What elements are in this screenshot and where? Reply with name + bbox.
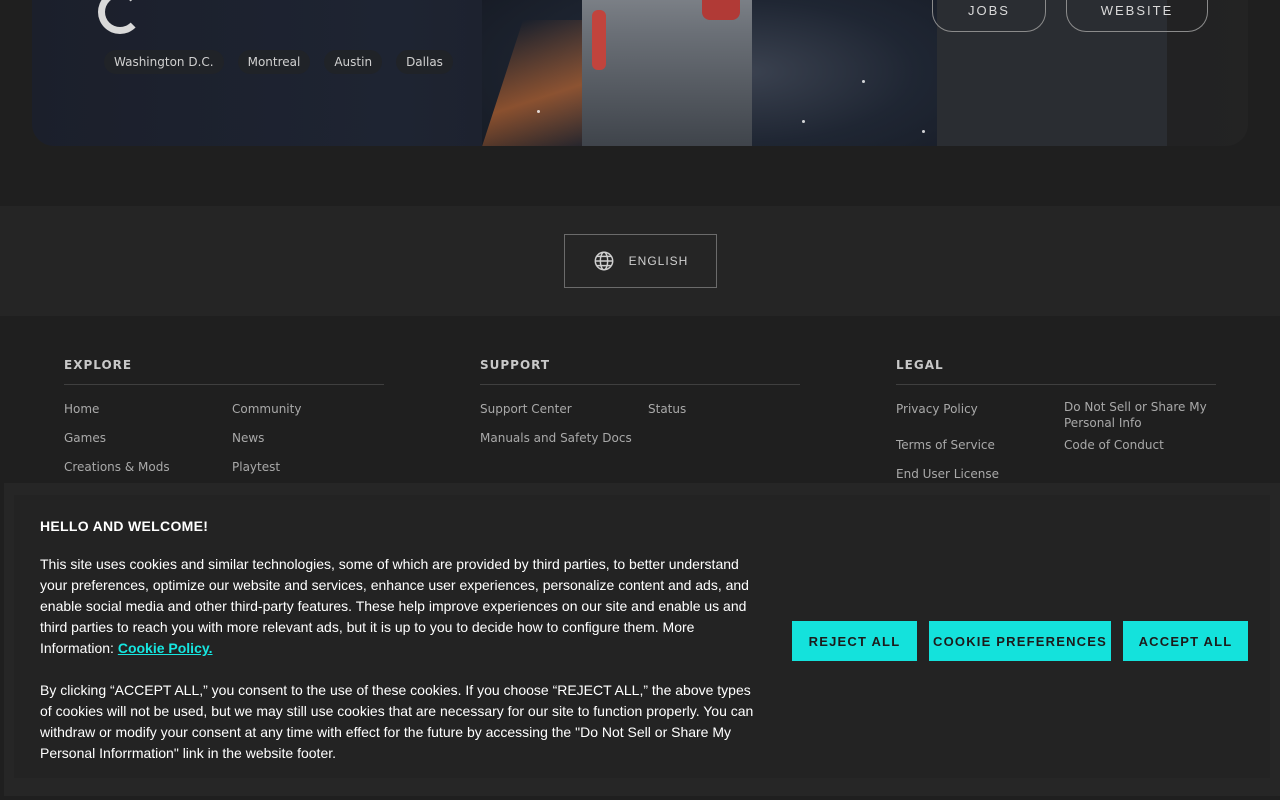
studio-logo-text: GAME STUDIOS bbox=[152, 0, 300, 30]
footer-explore: EXPLORE Home Community Games News Creati… bbox=[64, 358, 384, 482]
footer-support: SUPPORT Support Center Status Manuals an… bbox=[480, 358, 800, 453]
footer-support-title: SUPPORT bbox=[480, 358, 800, 385]
studio-hero-card: GAME STUDIOS Washington D.C. Montreal Au… bbox=[32, 0, 1248, 146]
cookie-description: This site uses cookies and similar techn… bbox=[40, 556, 749, 656]
footer-link-code-of-conduct[interactable]: Code of Conduct bbox=[1064, 431, 1216, 460]
location-chip: Washington D.C. bbox=[104, 50, 224, 74]
studio-logo: GAME STUDIOS bbox=[98, 0, 300, 34]
accept-all-button[interactable]: ACCEPT ALL bbox=[1123, 621, 1248, 661]
cookie-consent-panel: HELLO AND WELCOME! This site uses cookie… bbox=[14, 495, 1270, 778]
footer-legal: LEGAL Privacy Policy Do Not Sell or Shar… bbox=[896, 358, 1216, 489]
footer-link-creations-mods[interactable]: Creations & Mods bbox=[64, 453, 232, 482]
website-button[interactable]: WEBSITE bbox=[1066, 0, 1208, 32]
footer-legal-title: LEGAL bbox=[896, 358, 1216, 385]
footer-link-support-center[interactable]: Support Center bbox=[480, 395, 648, 424]
location-list: Washington D.C. Montreal Austin Dallas bbox=[104, 50, 453, 74]
studio-logo-icon bbox=[98, 0, 142, 34]
footer-explore-title: EXPLORE bbox=[64, 358, 384, 385]
cookie-preferences-button[interactable]: COOKIE PREFERENCES bbox=[929, 621, 1111, 661]
reject-all-button[interactable]: REJECT ALL bbox=[792, 621, 917, 661]
footer-link-privacy-policy[interactable]: Privacy Policy bbox=[896, 395, 1064, 431]
cookie-policy-link[interactable]: Cookie Policy. bbox=[118, 640, 213, 656]
cookie-consent-notice: By clicking “ACCEPT ALL,” you consent to… bbox=[40, 682, 754, 761]
footer-link-status[interactable]: Status bbox=[648, 395, 800, 424]
footer-link-manuals[interactable]: Manuals and Safety Docs bbox=[480, 424, 648, 453]
location-chip: Dallas bbox=[396, 50, 453, 74]
language-bar: ENGLISH bbox=[0, 206, 1280, 316]
cookie-title: HELLO AND WELCOME! bbox=[40, 518, 209, 534]
footer-link-playtest[interactable]: Playtest bbox=[232, 453, 384, 482]
footer-link-news[interactable]: News bbox=[232, 424, 384, 453]
footer-link-home[interactable]: Home bbox=[64, 395, 232, 424]
footer-link-games[interactable]: Games bbox=[64, 424, 232, 453]
location-chip: Montreal bbox=[237, 50, 311, 74]
language-label: ENGLISH bbox=[628, 254, 689, 268]
footer-link-terms[interactable]: Terms of Service bbox=[896, 431, 1064, 460]
language-selector-button[interactable]: ENGLISH bbox=[564, 234, 717, 288]
cookie-consent-banner: HELLO AND WELCOME! This site uses cookie… bbox=[4, 483, 1280, 796]
astronaut-image bbox=[582, 0, 752, 146]
jobs-button[interactable]: JOBS bbox=[932, 0, 1046, 32]
globe-icon bbox=[594, 251, 614, 271]
footer-link-do-not-sell[interactable]: Do Not Sell or Share My Personal Info bbox=[1064, 395, 1216, 431]
location-chip: Austin bbox=[324, 50, 383, 74]
hero-artwork bbox=[480, 0, 962, 146]
footer-link-community[interactable]: Community bbox=[232, 395, 384, 424]
